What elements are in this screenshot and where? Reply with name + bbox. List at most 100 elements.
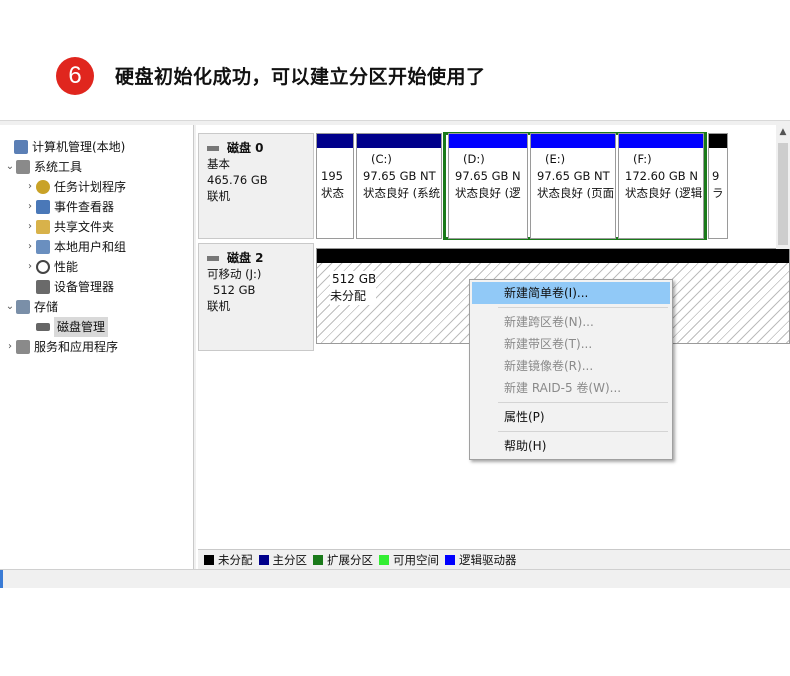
tree-item-label: 设备管理器 <box>54 280 115 294</box>
tree-item-label: 系统工具 <box>34 160 83 174</box>
partition-status: 状态良好 (页面 <box>537 186 615 200</box>
partition-c[interactable]: (C:) 97.65 GB NT 状态良好 (系统 <box>356 133 442 239</box>
partition-status: 状态良好 (系统 <box>363 186 441 200</box>
legend-item: 未分配 <box>204 551 253 570</box>
menu-item-properties[interactable]: 属性(P) <box>472 406 670 428</box>
tree-item-label: 本地用户和组 <box>54 240 127 254</box>
tree-item-shared-folders[interactable]: › 共享文件夹 <box>24 217 114 237</box>
navigation-tree: 计算机管理(本地) ⌄ 系统工具 › 任务计划程序 › 事件查看器 › 共享文件… <box>0 125 194 569</box>
chevron-right-icon[interactable]: › <box>24 237 36 257</box>
legend-item: 扩展分区 <box>313 551 373 570</box>
partition-d[interactable]: (D:) 97.65 GB N 状态良好 (逻 <box>448 133 528 239</box>
legend-item: 可用空间 <box>379 551 439 570</box>
tree-item-computer-management[interactable]: 计算机管理(本地) <box>2 137 125 157</box>
disk-icon <box>207 145 219 151</box>
disk-2-type: 可移动 (J:) <box>207 267 262 281</box>
partition-system-reserved[interactable]: 195 状态 <box>316 133 354 239</box>
legend-swatch <box>204 555 214 565</box>
tools-icon <box>16 160 30 174</box>
partition-size: 97.65 GB NT <box>363 169 436 183</box>
clock-icon <box>36 180 50 194</box>
services-icon <box>16 340 30 354</box>
tree-item-services-applications[interactable]: › 服务和应用程序 <box>4 337 118 357</box>
partition-tail[interactable]: 9 ラ <box>708 133 728 239</box>
chevron-right-icon[interactable]: › <box>4 337 16 357</box>
partition-size: 172.60 GB N <box>625 169 698 183</box>
partition-letter: (C:) <box>371 152 392 166</box>
disk-0-size: 465.76 GB <box>207 173 268 187</box>
disk-0-row: 磁盘 0 基本 465.76 GB 联机 195 状态 (C:) 97.65 G… <box>196 132 776 240</box>
status-bar <box>0 569 790 588</box>
chevron-down-icon[interactable]: ⌄ <box>4 157 16 177</box>
tree-item-local-users-groups[interactable]: › 本地用户和组 <box>24 237 126 257</box>
tree-item-task-scheduler[interactable]: › 任务计划程序 <box>24 177 126 197</box>
tree-item-label: 计算机管理(本地) <box>32 140 126 154</box>
partition-status: ラ <box>712 186 724 200</box>
tree-item-device-manager[interactable]: 设备管理器 <box>24 277 114 297</box>
tree-item-performance[interactable]: › 性能 <box>24 257 78 277</box>
legend-item: 逻辑驱动器 <box>445 551 517 570</box>
tree-item-disk-management[interactable]: 磁盘管理 <box>24 317 109 337</box>
disk-0-type: 基本 <box>207 157 230 171</box>
menu-item-new-spanned-volume[interactable]: 新建跨区卷(N)... <box>472 311 670 333</box>
shared-folder-icon <box>36 220 50 234</box>
tree-item-label: 存储 <box>34 300 59 314</box>
disk-0-name: 磁盘 0 <box>227 141 264 155</box>
tree-item-label: 共享文件夹 <box>54 220 115 234</box>
disk-2-label[interactable]: 磁盘 2 可移动 (J:) 512 GB 联机 <box>198 243 314 351</box>
legend-swatch <box>379 555 389 565</box>
scrollbar-thumb[interactable] <box>778 143 788 245</box>
disk-2-status: 联机 <box>207 299 230 313</box>
scroll-up-icon[interactable]: ▲ <box>776 125 790 139</box>
tree-item-system-tools[interactable]: ⌄ 系统工具 <box>4 157 82 177</box>
disk-management-icon <box>36 323 50 331</box>
partition-letter: (E:) <box>545 152 566 166</box>
storage-icon <box>16 300 30 314</box>
legend-swatch <box>445 555 455 565</box>
legend-swatch <box>258 555 269 565</box>
chevron-right-icon[interactable]: › <box>24 197 36 217</box>
partition-letter <box>712 151 721 168</box>
menu-item-help[interactable]: 帮助(H) <box>472 435 670 457</box>
disk-0-label[interactable]: 磁盘 0 基本 465.76 GB 联机 <box>198 133 314 239</box>
partition-e[interactable]: (E:) 97.65 GB NT 状态良好 (页面 <box>530 133 616 239</box>
disk-0-status: 联机 <box>207 189 230 203</box>
menu-item-new-simple-volume[interactable]: 新建简单卷(I)... <box>472 282 670 304</box>
step-title: 硬盘初始化成功，可以建立分区开始使用了 <box>115 66 486 88</box>
unallocated-label: 未分配 <box>330 288 377 305</box>
disk-icon <box>207 255 219 261</box>
partition-status: 状态 <box>321 186 344 200</box>
partition-size: 9 <box>712 169 720 183</box>
tree-item-label: 事件查看器 <box>54 200 115 214</box>
step-number-badge: 6 <box>56 57 94 95</box>
menu-separator <box>498 402 668 403</box>
partition-f[interactable]: (F:) 172.60 GB N 状态良好 (逻辑 <box>618 133 704 239</box>
disk-2-size: 512 GB <box>213 283 256 297</box>
tree-item-label: 磁盘管理 <box>54 317 109 337</box>
chevron-right-icon[interactable]: › <box>24 257 36 277</box>
disk-2-name: 磁盘 2 <box>227 251 264 265</box>
partition-size: 97.65 GB N <box>455 169 521 183</box>
tree-item-label: 任务计划程序 <box>54 180 127 194</box>
users-icon <box>36 240 50 254</box>
menu-item-new-mirrored-volume[interactable]: 新建镜像卷(R)... <box>472 355 670 377</box>
partition-letter <box>321 151 347 168</box>
menu-item-new-raid5-volume[interactable]: 新建 RAID-5 卷(W)... <box>472 377 670 399</box>
tree-item-storage[interactable]: ⌄ 存储 <box>4 297 58 317</box>
menu-separator <box>498 431 668 432</box>
unallocated-size: 512 GB <box>330 271 377 288</box>
performance-icon <box>36 260 50 274</box>
chevron-right-icon[interactable]: › <box>24 177 36 197</box>
vertical-scrollbar[interactable]: ▲ <box>776 125 790 249</box>
partition-size: 195 <box>321 169 343 183</box>
legend-item: 主分区 <box>258 551 307 570</box>
partition-letter: (F:) <box>633 152 652 166</box>
menu-item-new-striped-volume[interactable]: 新建带区卷(T)... <box>472 333 670 355</box>
partition-size: 97.65 GB NT <box>537 169 610 183</box>
tree-item-label: 性能 <box>54 260 79 274</box>
chevron-right-icon[interactable]: › <box>24 217 36 237</box>
device-manager-icon <box>36 280 50 294</box>
tree-item-event-viewer[interactable]: › 事件查看器 <box>24 197 114 217</box>
legend-swatch <box>313 555 323 565</box>
chevron-down-icon[interactable]: ⌄ <box>4 297 16 317</box>
